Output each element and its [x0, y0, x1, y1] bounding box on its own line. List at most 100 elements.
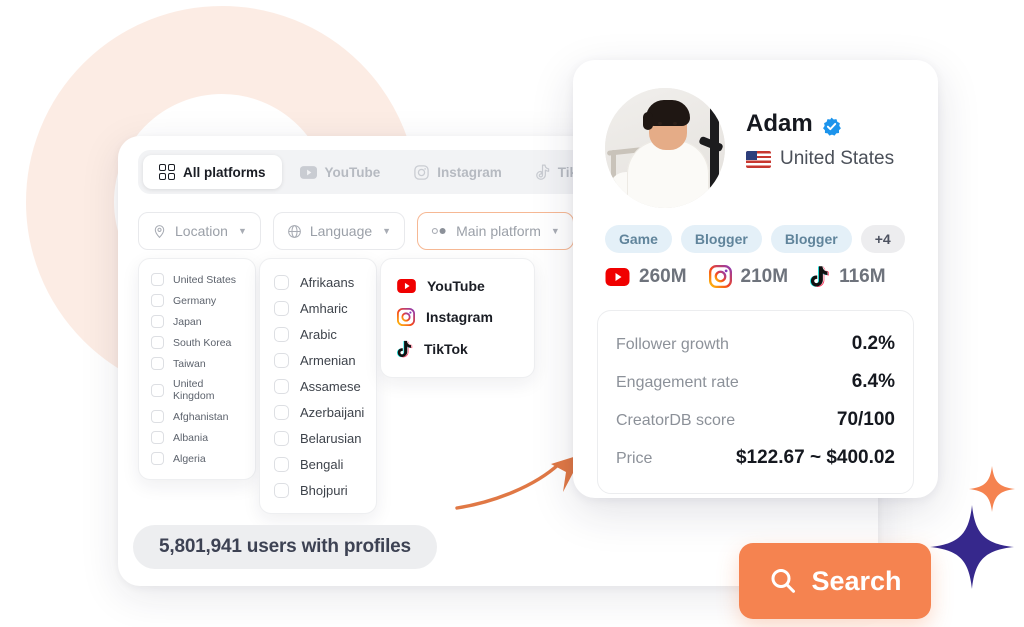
checkbox[interactable] — [274, 482, 289, 498]
checkbox[interactable] — [151, 273, 164, 286]
list-item[interactable]: Afrikaans — [260, 269, 376, 295]
checkbox[interactable] — [151, 315, 164, 328]
metric-row: Price $122.67 ~ $400.02 — [616, 439, 895, 477]
list-item[interactable]: Germany — [139, 290, 255, 311]
language-dropdown-list: Afrikaans Amharic Arabic Armenian Assame… — [259, 258, 377, 514]
creator-profile-card: Adam United States Game Blogger Blogger … — [573, 60, 938, 498]
checkbox[interactable] — [274, 456, 289, 472]
checkbox[interactable] — [274, 300, 289, 316]
list-item[interactable]: Armenian — [260, 347, 376, 373]
tag-pill[interactable]: Game — [605, 225, 672, 253]
chevron-down-icon: ▼ — [237, 226, 247, 236]
platform-follower-count: 260M — [639, 265, 687, 287]
checkbox[interactable] — [151, 357, 164, 370]
platform-stat-tiktok: 116M — [810, 265, 886, 288]
list-item-tiktok[interactable]: TikTok — [381, 333, 534, 365]
checkbox[interactable] — [274, 274, 289, 290]
tab-youtube[interactable]: YouTube — [284, 155, 397, 189]
youtube-icon — [397, 279, 416, 293]
filter-chip-row: Location ▼ Language ▼ Main platform ▼ — [138, 212, 648, 250]
search-button[interactable]: Search — [739, 543, 931, 619]
checkbox[interactable] — [151, 410, 164, 423]
checkbox[interactable] — [274, 430, 289, 446]
metric-value: 70/100 — [836, 409, 895, 430]
platform-tab-bar: All platforms YouTube Instagram — [138, 150, 622, 194]
list-item[interactable]: Bhojpuri — [260, 477, 376, 503]
tiktok-icon — [535, 164, 550, 180]
metric-label: Follower growth — [616, 336, 729, 353]
tag-pill[interactable]: Blogger — [680, 225, 762, 253]
list-item[interactable]: Albania — [139, 427, 255, 448]
list-item[interactable]: Azerbaijani — [260, 399, 376, 425]
tab-label: All platforms — [183, 164, 266, 180]
checkbox[interactable] — [151, 431, 164, 444]
checkbox[interactable] — [274, 326, 289, 342]
youtube-icon — [299, 165, 317, 179]
list-item[interactable]: Arabic — [260, 321, 376, 347]
chevron-down-icon: ▼ — [382, 226, 392, 236]
list-item[interactable]: United States — [139, 269, 255, 290]
list-item[interactable]: Algeria — [139, 448, 255, 469]
filter-chip-main-platform[interactable]: Main platform ▼ — [417, 212, 574, 250]
chip-label: Main platform — [456, 223, 541, 239]
checkbox[interactable] — [151, 336, 164, 349]
list-item[interactable]: Taiwan — [139, 353, 255, 374]
location-dropdown-list: United States Germany Japan South Korea … — [138, 258, 256, 480]
search-button-label: Search — [811, 565, 902, 596]
tiktok-icon — [397, 340, 413, 358]
metric-row: Engagement rate 6.4% — [616, 363, 895, 401]
filter-chip-location[interactable]: Location ▼ — [138, 212, 261, 250]
creator-country-row: United States — [746, 148, 894, 170]
list-item[interactable]: United Kingdom — [139, 374, 255, 406]
filter-chip-language[interactable]: Language ▼ — [272, 212, 406, 250]
creator-metrics-panel: Follower growth 0.2% Engagement rate 6.4… — [597, 310, 914, 494]
list-item-youtube[interactable]: YouTube — [381, 271, 534, 301]
metric-value: 0.2% — [851, 333, 895, 354]
list-item-instagram[interactable]: Instagram — [381, 301, 534, 333]
option-label: TikTok — [424, 341, 468, 357]
metric-row: Follower growth 0.2% — [616, 325, 895, 363]
checkbox[interactable] — [151, 383, 164, 397]
instagram-icon — [397, 308, 415, 326]
checkbox[interactable] — [151, 294, 164, 307]
us-flag-icon — [746, 150, 771, 168]
metric-label: Price — [616, 450, 653, 467]
metric-value: $122.67 ~ $400.02 — [735, 447, 895, 468]
metric-label: CreatorDB score — [616, 412, 736, 429]
checkbox[interactable] — [274, 352, 289, 368]
page-root: All platforms YouTube Instagram Location… — [0, 0, 1024, 627]
platform-dot-icon — [431, 227, 446, 235]
instagram-icon — [708, 265, 732, 288]
search-icon — [771, 569, 796, 593]
list-item[interactable]: Japan — [139, 311, 255, 332]
tab-all-platforms[interactable]: All platforms — [143, 155, 282, 189]
platform-stat-youtube: 260M — [605, 266, 687, 288]
tag-pill[interactable]: Blogger — [770, 225, 852, 253]
tag-overflow-badge[interactable]: +4 — [860, 225, 905, 253]
youtube-icon — [605, 267, 630, 286]
metric-value: 6.4% — [851, 371, 895, 392]
checkbox[interactable] — [151, 452, 164, 465]
main-platform-dropdown-list: YouTube Instagram TikTok — [380, 258, 535, 378]
tab-instagram[interactable]: Instagram — [398, 155, 518, 189]
option-label: YouTube — [427, 278, 485, 294]
list-item[interactable]: Afghanistan — [139, 406, 255, 427]
verified-icon — [822, 115, 841, 136]
instagram-icon — [414, 164, 430, 180]
option-label: Instagram — [426, 309, 493, 325]
chip-label: Language — [309, 223, 373, 239]
metric-row: CreatorDB score 70/100 — [616, 401, 895, 439]
chevron-down-icon: ▼ — [550, 226, 560, 236]
list-item[interactable]: South Korea — [139, 332, 255, 353]
sparkle-navy-icon — [930, 505, 1014, 589]
list-item[interactable]: Assamese — [260, 373, 376, 399]
chip-label: Location — [175, 223, 228, 239]
list-item[interactable]: Belarusian — [260, 425, 376, 451]
checkbox[interactable] — [274, 378, 289, 394]
list-item[interactable]: Amharic — [260, 295, 376, 321]
location-pin-icon — [154, 224, 165, 238]
page-title: Adam — [746, 110, 813, 137]
platform-followers-row: 260M 210M 116M — [605, 265, 898, 288]
list-item[interactable]: Bengali — [260, 451, 376, 477]
checkbox[interactable] — [274, 404, 289, 420]
